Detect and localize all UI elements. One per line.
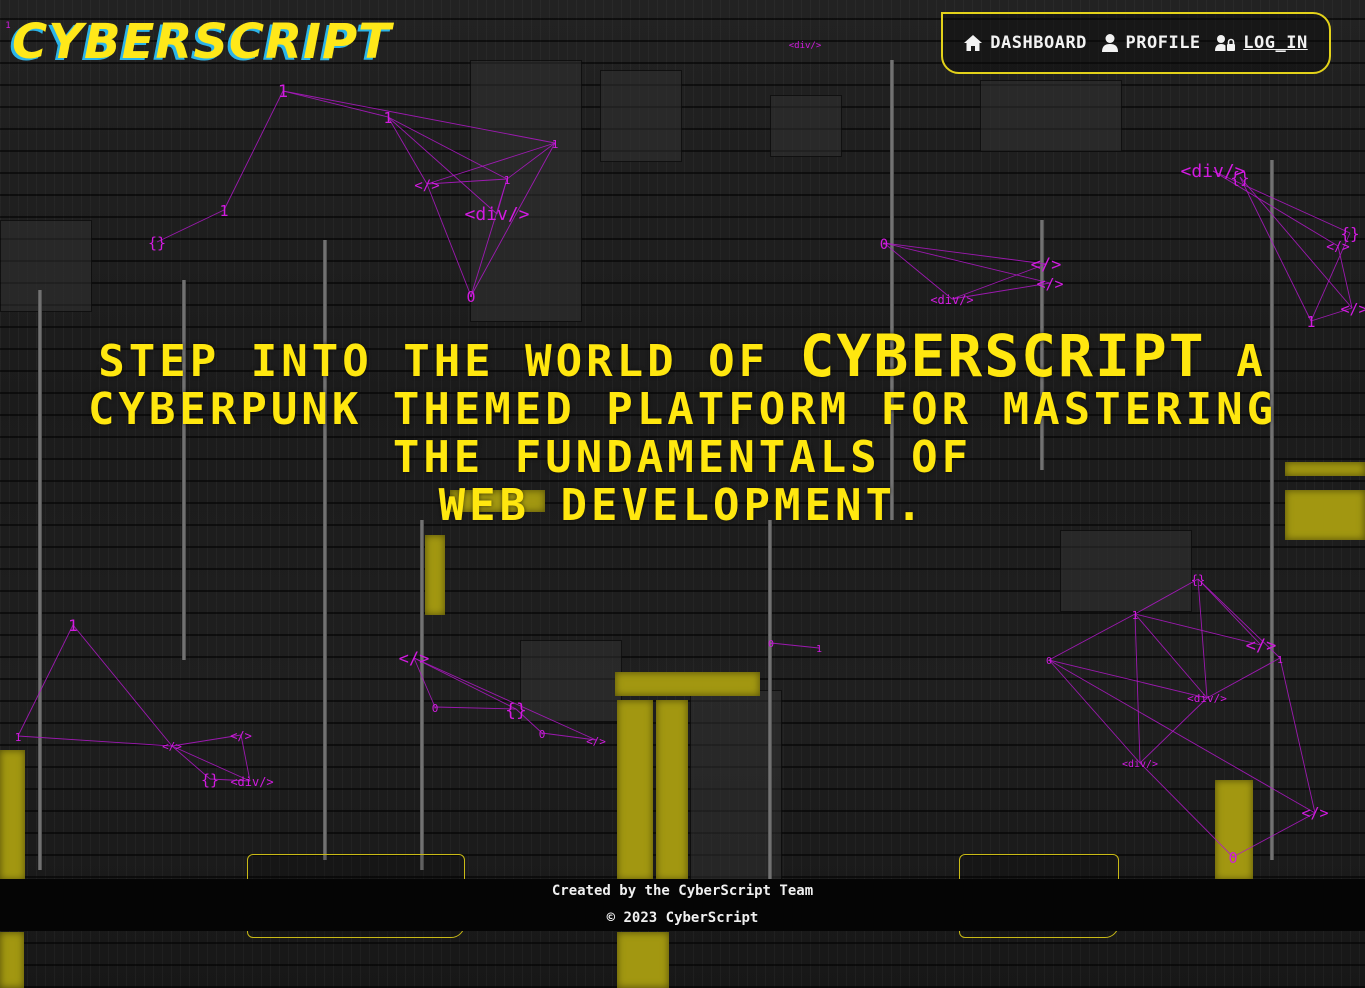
network-label-div: <div/> [1122,759,1158,770]
nav-profile[interactable]: PROFILE [1101,33,1201,53]
network-label-close-tag: </> [1246,636,1277,656]
network-label-0: 0 [432,702,439,715]
network-label-1: 1 [1132,609,1139,622]
hero-text-end: web development. [438,480,927,531]
network-label-1: 1 [15,731,22,744]
network-label-braces: {} [201,771,219,789]
network-label-0: 0 [466,288,475,306]
site-logo[interactable]: CYBERSCRIPT [12,14,392,70]
main-nav: DASHBOARD PROFILE LOG_IN [941,12,1331,74]
network-label-close-tag: </> [399,649,430,669]
nav-profile-label: PROFILE [1125,33,1201,53]
network-label-0: 0 [539,728,546,741]
network-label-close-tag: </> [586,735,606,748]
network-label-close-tag: </> [1340,300,1365,318]
footer-credit: Created by the CyberScript Team [551,883,814,899]
network-label-braces: {} [1191,573,1205,587]
user-lock-icon [1215,35,1236,51]
network-label-1: 1 [1306,313,1315,331]
nav-login[interactable]: LOG_IN [1215,33,1307,53]
network-label-close-tag: </> [230,729,252,743]
network-label-close-tag: </> [162,740,182,753]
footer-copyright: © 2023 CyberScript [606,910,759,926]
nav-dashboard[interactable]: DASHBOARD [964,33,1087,53]
nav-dashboard-label: DASHBOARD [990,33,1087,53]
hero-headline: Step into the world of CyberScript a cyb… [40,327,1325,531]
network-label-braces: {} [505,700,527,721]
network-label-1: 1 [68,616,78,635]
network-label-close-tag: </> [414,178,439,194]
network-label-close-tag: </> [1036,275,1063,293]
network-label-1: 1 [552,138,559,151]
user-icon [1101,34,1118,52]
network-label-1: 1 [383,109,392,127]
network-label-0: 0 [1046,656,1052,667]
network-label-div: <div/> [930,293,973,307]
network-label-1: 1 [504,174,511,187]
network-label-1: 1 [278,82,288,102]
network-label-div: <div/> [230,775,273,789]
network-label-braces: {} [1230,168,1249,187]
site-footer: Created by the CyberScript Team © 2023 C… [0,879,1365,931]
network-label-1: 1 [219,202,228,220]
hero-brand: CyberScript [799,322,1206,390]
network-label-0: 0 [768,639,774,650]
network-label-braces: {} [148,234,166,252]
network-label-1: 1 [5,21,10,31]
network-label-div: <div/> [1187,692,1227,705]
hero-text-before: Step into the world of [98,336,770,387]
nav-login-label: LOG_IN [1243,33,1308,53]
network-label-close-tag: </> [1031,255,1062,275]
network-label-1: 1 [816,644,822,655]
network-label-close-tag: </> [1301,804,1328,822]
network-label-1: 1 [1277,655,1283,666]
network-label-0: 0 [1228,849,1237,867]
home-icon [964,35,983,51]
network-label-div: <div/> [789,41,822,51]
network-label-div: <div/> [464,204,529,225]
network-label-close-tag: </> [1326,240,1350,255]
network-label-0: 0 [880,237,888,253]
